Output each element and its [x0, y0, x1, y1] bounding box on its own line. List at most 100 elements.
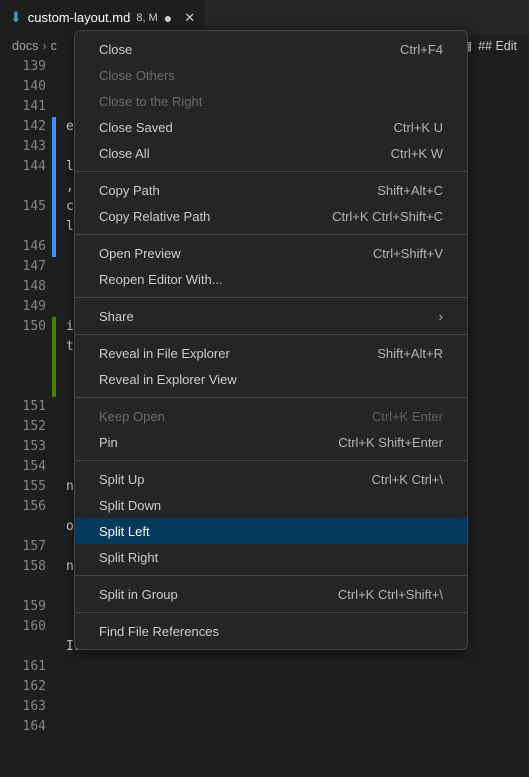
menu-item-label: Keep Open: [99, 409, 165, 424]
menu-item-label: Split in Group: [99, 587, 178, 602]
line-number: 162: [0, 677, 48, 697]
menu-item-share[interactable]: Share ›: [75, 303, 467, 329]
line-number-gutter: 1391401411421431441451461471481491501511…: [0, 57, 52, 777]
menu-item-label: Close to the Right: [99, 94, 202, 109]
menu-item-reveal-in-file-explorer[interactable]: Reveal in File ExplorerShift+Alt+R: [75, 340, 467, 366]
menu-item-copy-path[interactable]: Copy PathShift+Alt+C: [75, 177, 467, 203]
line-number: 147: [0, 257, 48, 277]
line-number: 152: [0, 417, 48, 437]
file-markdown-icon: ⬇: [10, 9, 22, 26]
code-line[interactable]: [66, 677, 529, 697]
menu-item-copy-relative-path[interactable]: Copy Relative Path Ctrl+K Ctrl+Shift+C: [75, 203, 467, 229]
menu-item-label: Close Others: [99, 68, 175, 83]
menu-item-find-file-references[interactable]: Find File References: [75, 618, 467, 644]
line-number: 157: [0, 537, 48, 557]
menu-item-close-all[interactable]: Close All Ctrl+K W: [75, 140, 467, 166]
line-number: [0, 217, 48, 237]
line-number: [0, 337, 48, 357]
dirty-indicator-icon: ●: [164, 10, 172, 26]
menu-item-shortcut: Ctrl+K U: [394, 120, 443, 135]
line-number: 142: [0, 117, 48, 137]
menu-separator: [75, 612, 467, 613]
menu-item-close-saved[interactable]: Close Saved Ctrl+K U: [75, 114, 467, 140]
menu-item-shortcut: Ctrl+K Enter: [372, 409, 443, 424]
menu-item-shortcut: Ctrl+K Ctrl+Shift+C: [332, 209, 443, 224]
breadcrumb-segment[interactable]: docs: [12, 39, 38, 53]
menu-separator: [75, 297, 467, 298]
line-number: [0, 637, 48, 657]
chevron-right-icon: ›: [439, 309, 443, 324]
tab-mod-badge: 8, M: [136, 12, 157, 24]
menu-separator: [75, 575, 467, 576]
line-number: 148: [0, 277, 48, 297]
menu-item-keep-open: Keep Open Ctrl+K Enter: [75, 403, 467, 429]
menu-separator: [75, 234, 467, 235]
line-number: 153: [0, 437, 48, 457]
line-number: [0, 517, 48, 537]
menu-item-label: Find File References: [99, 624, 219, 639]
line-number: [0, 577, 48, 597]
breadcrumb-symbol[interactable]: ## Edit: [478, 39, 517, 53]
menu-separator: [75, 397, 467, 398]
menu-item-label: Split Down: [99, 498, 161, 513]
code-line[interactable]: [66, 657, 529, 677]
close-tab-icon[interactable]: ✕: [184, 10, 195, 26]
line-number: 161: [0, 657, 48, 677]
menu-item-reveal-in-explorer-view[interactable]: Reveal in Explorer View: [75, 366, 467, 392]
code-line[interactable]: [66, 697, 529, 717]
line-number: 140: [0, 77, 48, 97]
tab-filename: custom-layout.md: [28, 10, 131, 25]
line-number: 144: [0, 157, 48, 177]
line-number: 141: [0, 97, 48, 117]
line-number: 163: [0, 697, 48, 717]
menu-item-label: Close: [99, 42, 132, 57]
breadcrumb-segment[interactable]: c: [51, 39, 57, 53]
menu-item-shortcut: Ctrl+K Ctrl+\: [371, 472, 443, 487]
menu-item-label: Split Right: [99, 550, 158, 565]
menu-item-label: Open Preview: [99, 246, 181, 261]
menu-item-shortcut: Shift+Alt+C: [377, 183, 443, 198]
menu-item-shortcut: Ctrl+F4: [400, 42, 443, 57]
menu-item-label: Split Up: [99, 472, 145, 487]
menu-item-open-preview[interactable]: Open Preview Ctrl+Shift+V: [75, 240, 467, 266]
menu-item-shortcut: Shift+Alt+R: [377, 346, 443, 361]
line-number: 139: [0, 57, 48, 77]
menu-item-split-down[interactable]: Split Down: [75, 492, 467, 518]
line-number: 158: [0, 557, 48, 577]
menu-item-label: Reveal in Explorer View: [99, 372, 237, 387]
line-number: 159: [0, 597, 48, 617]
line-number: 155: [0, 477, 48, 497]
line-number: 164: [0, 717, 48, 737]
line-number: 160: [0, 617, 48, 637]
line-number: [0, 357, 48, 377]
line-number: 151: [0, 397, 48, 417]
menu-item-split-left[interactable]: Split Left: [75, 518, 467, 544]
menu-item-label: Reopen Editor With...: [99, 272, 223, 287]
menu-item-split-in-group[interactable]: Split in Group Ctrl+K Ctrl+Shift+\: [75, 581, 467, 607]
menu-item-shortcut: Ctrl+Shift+V: [373, 246, 443, 261]
tab-context-menu: Close Ctrl+F4 Close Others Close to the Rig…: [74, 30, 468, 650]
menu-item-reopen-editor-with[interactable]: Reopen Editor With...: [75, 266, 467, 292]
menu-item-label: Close All: [99, 146, 150, 161]
line-number: 149: [0, 297, 48, 317]
menu-item-label: Split Left: [99, 524, 150, 539]
line-number: 146: [0, 237, 48, 257]
menu-item-label: Copy Relative Path: [99, 209, 210, 224]
code-line[interactable]: [66, 717, 529, 737]
menu-item-pin[interactable]: PinCtrl+K Shift+Enter: [75, 429, 467, 455]
menu-item-shortcut: Ctrl+K Ctrl+Shift+\: [338, 587, 443, 602]
menu-item-label: Share: [99, 309, 134, 324]
menu-item-close-to-the-right: Close to the Right: [75, 88, 467, 114]
menu-item-label: Pin: [99, 435, 118, 450]
menu-item-close-others: Close Others: [75, 62, 467, 88]
menu-item-label: Close Saved: [99, 120, 173, 135]
menu-item-close[interactable]: Close Ctrl+F4: [75, 36, 467, 62]
line-number: 150: [0, 317, 48, 337]
menu-separator: [75, 334, 467, 335]
menu-separator: [75, 171, 467, 172]
menu-item-split-right[interactable]: Split Right: [75, 544, 467, 570]
line-number: 156: [0, 497, 48, 517]
menu-item-split-up[interactable]: Split Up Ctrl+K Ctrl+\: [75, 466, 467, 492]
line-number: [0, 177, 48, 197]
menu-item-shortcut: Ctrl+K W: [391, 146, 443, 161]
